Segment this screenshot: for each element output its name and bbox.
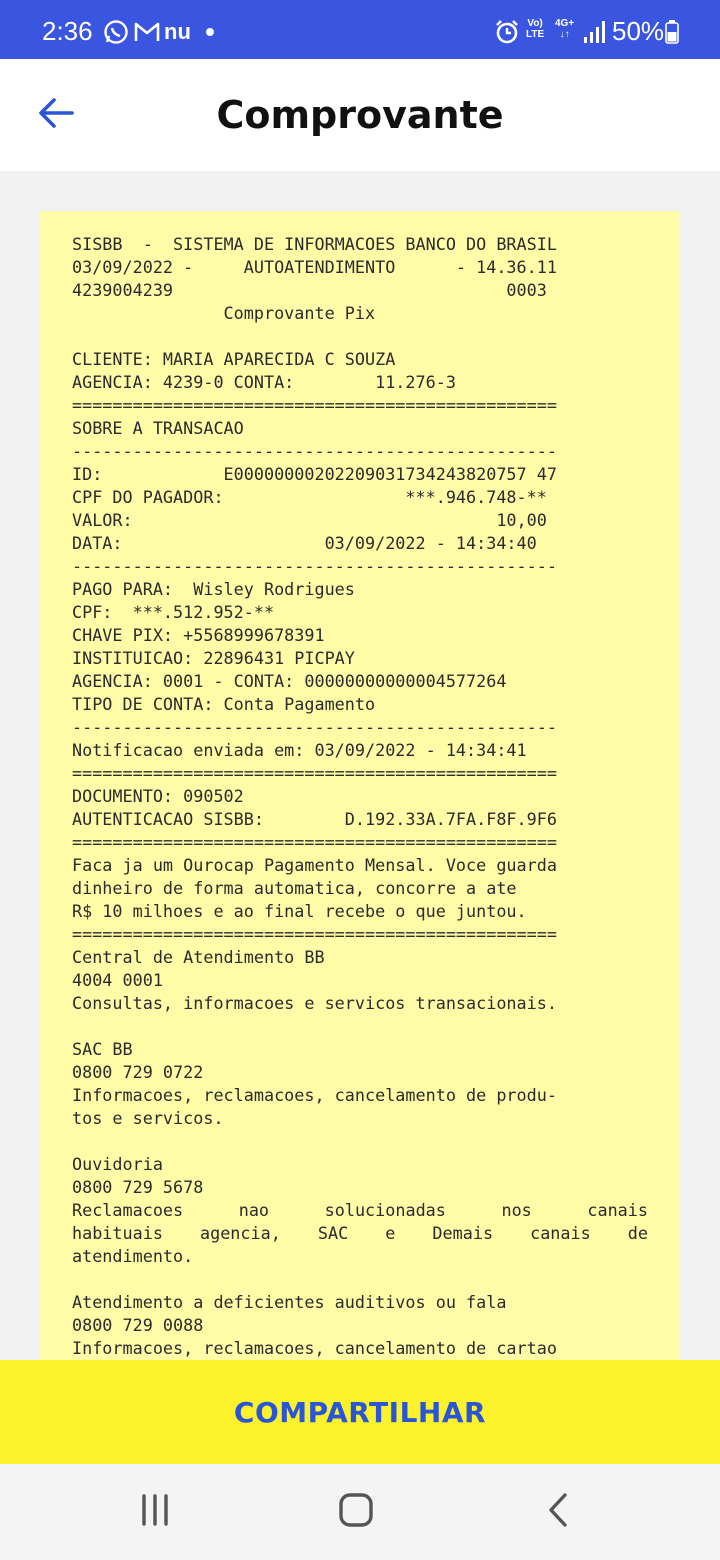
receipt-line: ========================================…: [72, 924, 557, 944]
receipt-line: Informacoes, reclamacoes, cancelamento d…: [72, 1085, 557, 1105]
receipt-line: Comprovante Pix: [72, 303, 376, 323]
receipt-line: tos e servicos.: [72, 1108, 224, 1128]
receipt-line: ----------------------------------------…: [72, 441, 557, 461]
receipt-line: 03/09/2022 - AUTOATENDIMENTO - 14.36.11: [72, 257, 557, 277]
receipt-line: TIPO DE CONTA: Conta Pagamento: [72, 694, 376, 714]
4g-icon: 4G+ ↓↑: [555, 18, 574, 46]
receipt-line: habituais agencia, SAC e Demais canais d…: [72, 1223, 648, 1243]
receipt-line: CLIENTE: MARIA APARECIDA C SOUZA: [72, 349, 396, 369]
receipt-scroll-area[interactable]: SISBB - SISTEMA DE INFORMACOES BANCO DO …: [0, 171, 720, 1360]
receipt-line: CPF: ***.512.952-**: [72, 602, 275, 622]
receipt-line: CHAVE PIX: +5568999678391: [72, 625, 325, 645]
receipt-line: ----------------------------------------…: [72, 556, 557, 576]
receipt-text: SISBB - SISTEMA DE INFORMACOES BANCO DO …: [72, 233, 648, 1360]
receipt-line: SOBRE A TRANSACAO: [72, 418, 244, 438]
volte-bottom-label: LTE: [526, 29, 545, 40]
receipt-line: AGENCIA: 0001 - CONTA: 00000000000004577…: [72, 671, 507, 691]
volte-top-label: Vo): [527, 18, 543, 29]
system-back-button[interactable]: [528, 1490, 588, 1534]
signal-icon: [583, 18, 605, 46]
receipt-line: CPF DO PAGADOR: ***.946.748-**: [72, 487, 547, 507]
receipt-line: ========================================…: [72, 395, 557, 415]
receipt-line: 0800 729 0088: [72, 1315, 204, 1335]
home-button[interactable]: [326, 1490, 386, 1534]
app-bar: Comprovante: [0, 59, 720, 171]
receipt-line: R$ 10 milhoes e ao final recebe o que ju…: [72, 901, 527, 921]
receipt-line: [72, 325, 648, 348]
whatsapp-icon: [103, 18, 129, 46]
receipt-line: [72, 1268, 648, 1291]
receipt-line: [72, 1130, 648, 1153]
receipt-line: AUTENTICACAO SISBB: D.192.33A.7FA.F8F.9F…: [72, 809, 557, 829]
recent-apps-icon: [139, 1494, 171, 1530]
receipt-line: Notificacao enviada em: 03/09/2022 - 14:…: [72, 740, 527, 760]
receipt-line: 0800 729 5678: [72, 1177, 204, 1197]
data-arrows-icon: ↓↑: [559, 29, 570, 40]
recent-apps-button[interactable]: [125, 1490, 185, 1534]
nubank-label: nu: [164, 19, 191, 44]
status-bar: 2:36 nu Vo) LTE 4G+ ↓↑ 50%: [0, 0, 720, 59]
share-button-label: COMPARTILHAR: [233, 1395, 487, 1429]
system-nav-bar: [0, 1464, 720, 1560]
receipt-line: AGENCIA: 4239-0 CONTA: 11.276-3: [72, 372, 456, 392]
nubank-icon: nu: [164, 18, 191, 46]
battery-icon: [665, 18, 679, 46]
dot-icon: [205, 18, 215, 46]
receipt-line: VALOR: 10,00: [72, 510, 547, 530]
status-time: 2:36: [42, 16, 93, 46]
receipt-line: Atendimento a deficientes auditivos ou f…: [72, 1292, 507, 1312]
share-button[interactable]: COMPARTILHAR: [0, 1360, 720, 1464]
receipt-card: SISBB - SISTEMA DE INFORMACOES BANCO DO …: [40, 211, 680, 1360]
home-icon: [338, 1492, 374, 1532]
receipt-line: INSTITUICAO: 22896431 PICPAY: [72, 648, 355, 668]
gmail-icon: [134, 18, 160, 46]
alarm-icon: [494, 18, 520, 46]
receipt-line: dinheiro de forma automatica, concorre a…: [72, 878, 517, 898]
receipt-line: 4004 0001: [72, 970, 163, 990]
receipt-line: SAC BB: [72, 1039, 133, 1059]
receipt-line: Central de Atendimento BB: [72, 947, 325, 967]
receipt-line: SISBB - SISTEMA DE INFORMACOES BANCO DO …: [72, 234, 557, 254]
receipt-line: DOCUMENTO: 090502: [72, 786, 244, 806]
page-title: Comprovante: [216, 93, 504, 137]
volte-icon: Vo) LTE: [526, 18, 544, 46]
receipt-line: DATA: 03/09/2022 - 14:34:40: [72, 533, 537, 553]
receipt-line: 4239004239 0003: [72, 280, 547, 300]
receipt-line: Reclamacoes nao solucionadas nos canais: [72, 1200, 648, 1220]
receipt-line: atendimento.: [72, 1246, 194, 1266]
receipt-line: ID: E00000000202209031734243820757 47: [72, 464, 557, 484]
receipt-line: Informacoes, reclamacoes, cancelamento d…: [72, 1338, 557, 1358]
receipt-line: Faca ja um Ourocap Pagamento Mensal. Voc…: [72, 855, 557, 875]
receipt-line: PAGO PARA: Wisley Rodrigues: [72, 579, 355, 599]
receipt-line: 0800 729 0722: [72, 1062, 204, 1082]
receipt-line: Ouvidoria: [72, 1154, 163, 1174]
receipt-line: [72, 1015, 648, 1038]
network-type-label: 4G+: [555, 18, 575, 29]
receipt-line: ========================================…: [72, 763, 557, 783]
receipt-line: ----------------------------------------…: [72, 717, 557, 737]
receipt-line: Consultas, informacoes e servicos transa…: [72, 993, 557, 1013]
back-icon: [547, 1493, 569, 1531]
receipt-line: ========================================…: [72, 832, 557, 852]
battery-percent: 50%: [612, 16, 665, 46]
